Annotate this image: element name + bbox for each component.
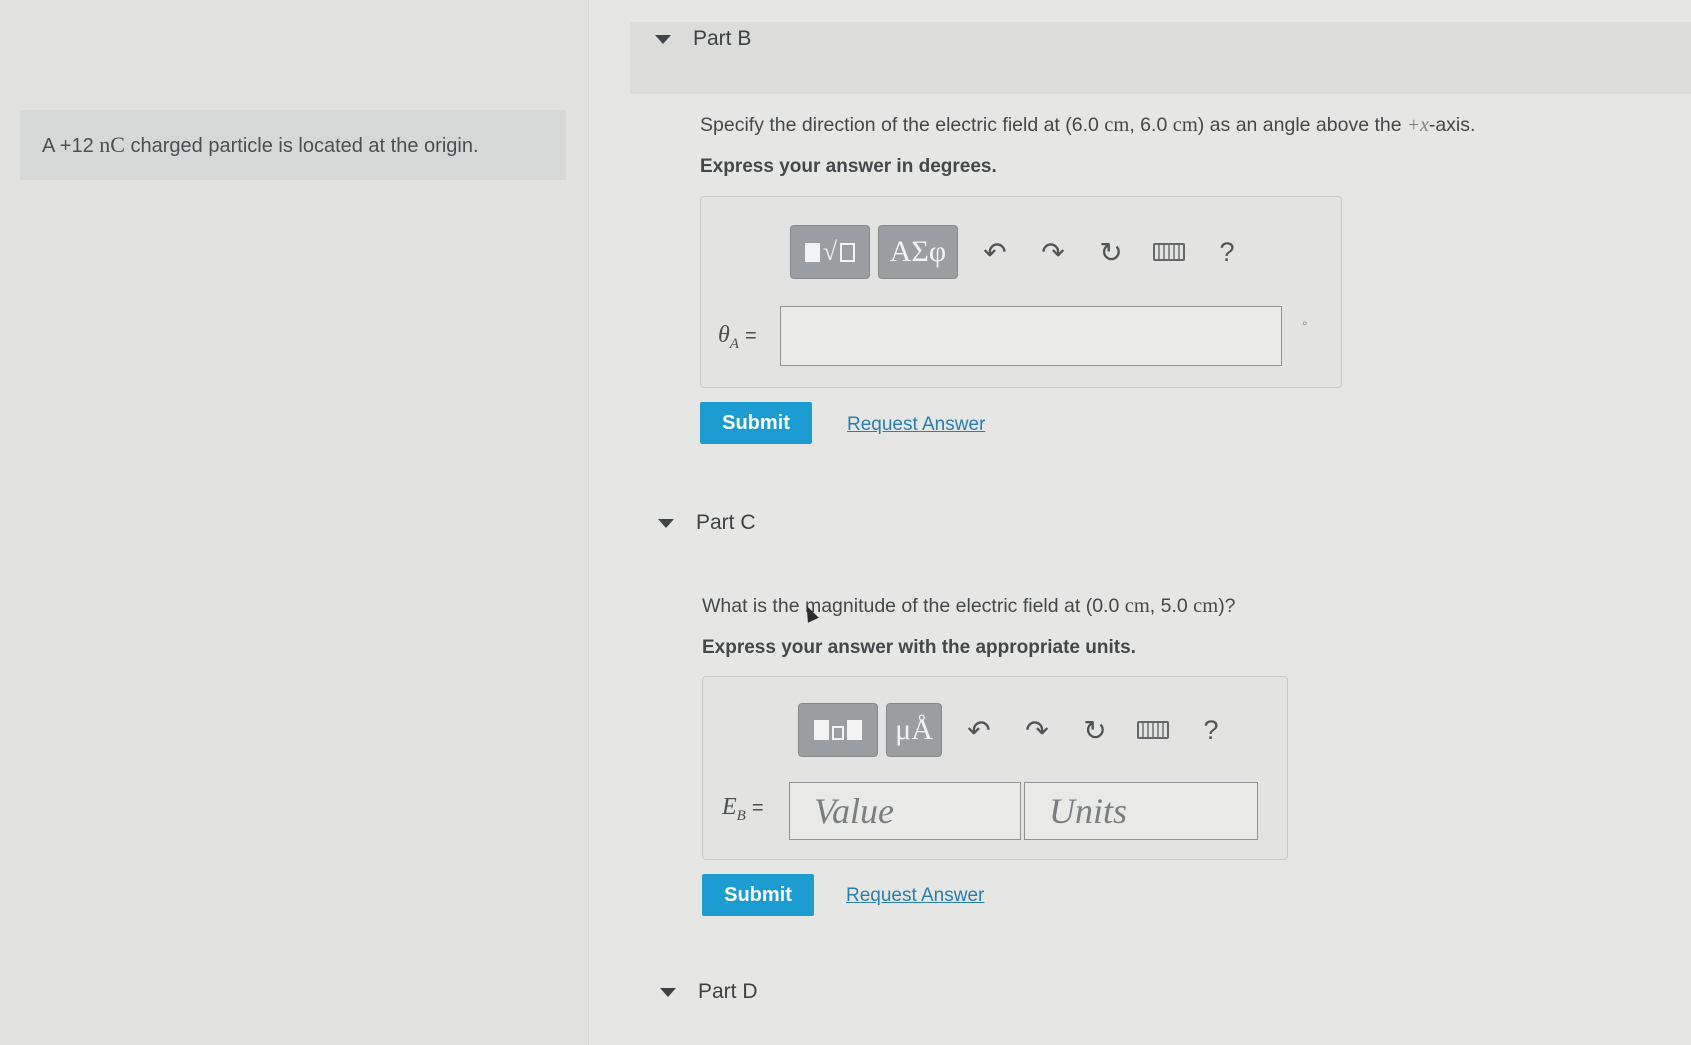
templates-icon (814, 720, 862, 740)
part-b-title: Part B (693, 27, 752, 50)
part-d-title: Part D (698, 980, 758, 1003)
charge-unit: nC (99, 132, 125, 157)
part-c-instruction: Express your answer with the appropriate… (702, 637, 1136, 658)
collapse-caret-icon[interactable] (660, 987, 676, 997)
value-input[interactable]: Value (789, 782, 1021, 840)
templates-button[interactable] (798, 703, 878, 757)
redo-icon[interactable]: ↷ (1008, 703, 1066, 757)
part-c-question: What is the magnitude of the electric fi… (702, 595, 1236, 617)
theta-a-label: θA = (718, 322, 757, 352)
problem-intro-text: A +12 nC charged particle is located at … (42, 132, 479, 157)
part-b-request-answer-link[interactable]: Request Answer (847, 414, 985, 436)
keyboard-icon[interactable] (1124, 703, 1182, 757)
undo-icon[interactable]: ↶ (966, 225, 1024, 279)
part-b-instruction: Express your answer in degrees. (700, 156, 997, 177)
problem-intro-box: A +12 nC charged particle is located at … (20, 110, 566, 180)
part-b-submit-button[interactable]: Submit (700, 402, 812, 444)
part-c-toolbar: μÅ ↶ ↷ ↻ ? (798, 703, 1240, 757)
reset-icon[interactable]: ↻ (1066, 703, 1124, 757)
problem-intro-column: A +12 nC charged particle is located at … (0, 0, 589, 1045)
redo-icon[interactable]: ↷ (1024, 225, 1082, 279)
help-icon[interactable]: ? (1182, 703, 1240, 757)
e-b-label: EB = (722, 794, 764, 824)
part-c-submit-button[interactable]: Submit (702, 874, 814, 916)
help-icon[interactable]: ? (1198, 225, 1256, 279)
templates-icon: √ (804, 239, 856, 265)
part-b-header-bar (630, 22, 1691, 94)
part-b-question: Specify the direction of the electric fi… (700, 114, 1476, 136)
part-b-header[interactable]: Part B (655, 27, 751, 51)
reset-icon[interactable]: ↻ (1082, 225, 1140, 279)
part-d-header[interactable]: Part D (660, 980, 758, 1004)
units-button[interactable]: μÅ (886, 703, 942, 757)
part-b-toolbar: √ ΑΣφ ↶ ↷ ↻ ? (790, 225, 1256, 279)
templates-button[interactable]: √ (790, 225, 870, 279)
part-c-title: Part C (696, 511, 756, 534)
degree-unit: ° (1302, 318, 1308, 334)
units-input[interactable]: Units (1024, 782, 1258, 840)
undo-icon[interactable]: ↶ (950, 703, 1008, 757)
collapse-caret-icon[interactable] (655, 34, 671, 44)
part-c-header[interactable]: Part C (658, 511, 756, 535)
angle-input[interactable] (780, 306, 1282, 366)
greek-symbols-button[interactable]: ΑΣφ (878, 225, 958, 279)
collapse-caret-icon[interactable] (658, 518, 674, 528)
part-c-request-answer-link[interactable]: Request Answer (846, 885, 984, 907)
keyboard-icon[interactable] (1140, 225, 1198, 279)
